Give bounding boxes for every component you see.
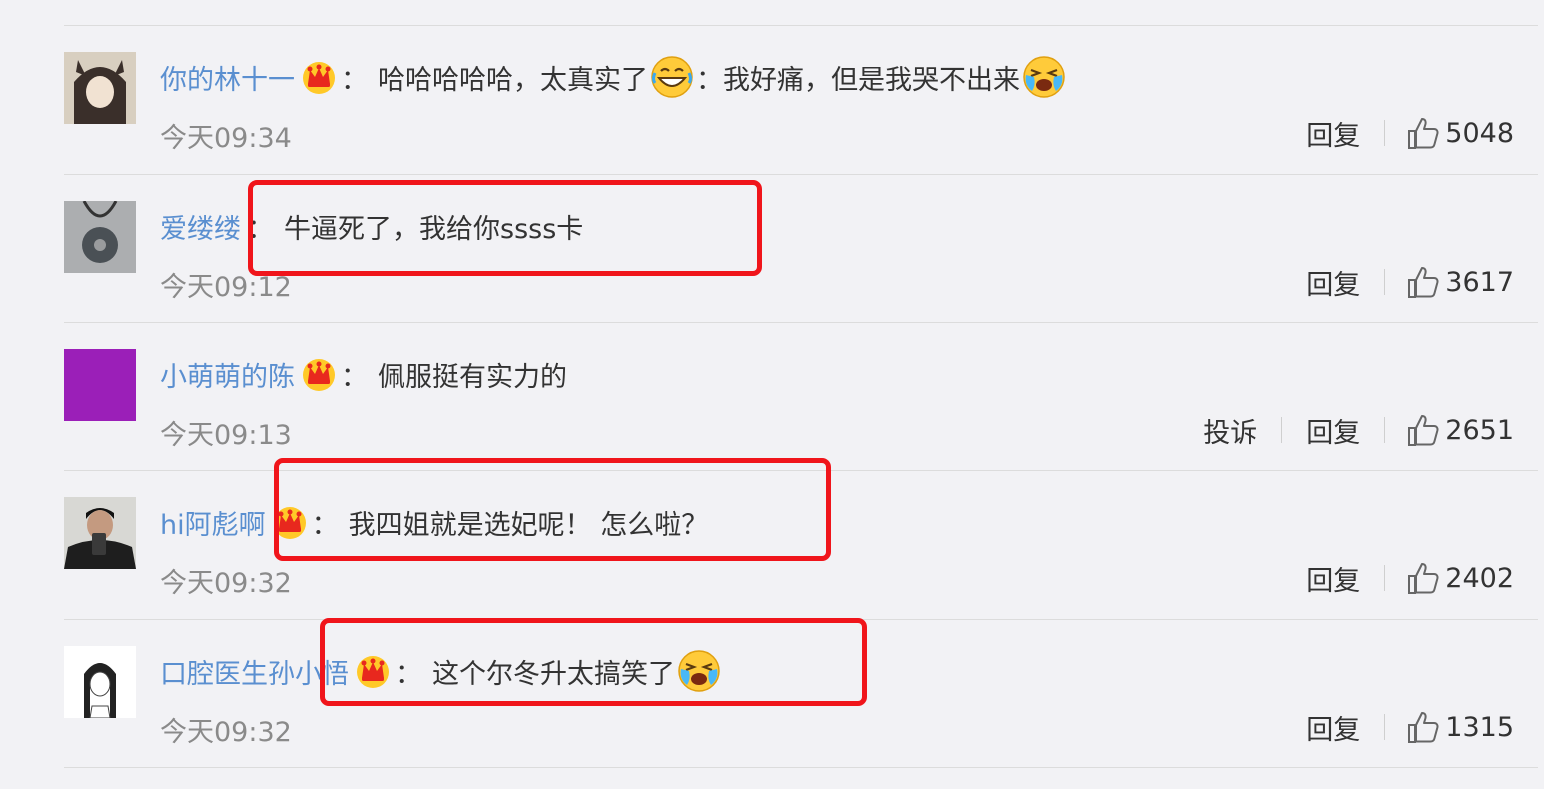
like-button[interactable]: 2651 (1385, 413, 1514, 447)
highlight-box (320, 618, 867, 706)
report-button[interactable]: 投诉 (1179, 411, 1281, 450)
divider (64, 767, 1538, 768)
comment-time: 今天09:32 (160, 717, 292, 748)
reply-button[interactable]: 回复 (1282, 559, 1384, 598)
colon: ： (341, 361, 368, 393)
comment-time: 今天09:32 (160, 568, 292, 599)
username-link[interactable]: 你的林十一 (160, 58, 295, 97)
comment-item: 小萌萌的陈 ： 佩服挺有实力的 今天09:13 投诉 回复 2651 (0, 322, 1544, 470)
highlight-box (274, 458, 831, 561)
like-count: 3617 (1445, 266, 1514, 298)
like-button[interactable]: 2402 (1385, 561, 1514, 595)
username-link[interactable]: hi阿彪啊 (160, 503, 266, 542)
comment-line: 小萌萌的陈 ： 佩服挺有实力的 (160, 354, 567, 394)
comment-time: 今天09:34 (160, 123, 292, 154)
comment-text: 哈哈哈哈哈，太真实了 (378, 64, 648, 96)
username-link[interactable]: 小萌萌的陈 (160, 355, 295, 394)
like-button[interactable]: 5048 (1385, 116, 1514, 150)
like-button[interactable]: 3617 (1385, 265, 1514, 299)
reply-button[interactable]: 回复 (1282, 708, 1384, 747)
reply-button[interactable]: 回复 (1282, 114, 1384, 153)
comment-line: 你的林十一 ： 哈哈哈哈哈，太真实了 ：我好痛，但是我哭不出来 (160, 57, 1068, 97)
pendant-avatar[interactable] (64, 201, 136, 273)
laughing-tears-emoji-icon (650, 55, 694, 99)
comment-item: 你的林十一 ： 哈哈哈哈哈，太真实了 ：我好痛，但是我哭不出来 今天09:34 … (0, 25, 1544, 173)
reply-button[interactable]: 回复 (1282, 411, 1384, 450)
thumbs-up-icon (1407, 116, 1439, 150)
like-button[interactable]: 1315 (1385, 710, 1514, 744)
comment-text: ：我好痛，但是我哭不出来 (696, 64, 1020, 96)
anime-girl-avatar[interactable] (64, 52, 136, 124)
sketch-girl-avatar[interactable] (64, 646, 136, 718)
like-count: 5048 (1445, 117, 1514, 149)
username-link[interactable]: 爱缕缕 (160, 207, 241, 246)
comment-time: 今天09:13 (160, 420, 292, 451)
purple-square-avatar[interactable] (64, 349, 136, 421)
reply-button[interactable]: 回复 (1282, 263, 1384, 302)
crying-laugh-emoji-icon (1022, 55, 1066, 99)
vip-crown-icon (301, 356, 337, 392)
thumbs-up-icon (1407, 710, 1439, 744)
highlight-box (248, 180, 762, 276)
comment-actions: 投诉 回复 2651 (1179, 410, 1514, 450)
thumbs-up-icon (1407, 561, 1439, 595)
comment-actions: 回复 2402 (1282, 558, 1514, 598)
thumbs-up-icon (1407, 413, 1439, 447)
comment-actions: 回复 3617 (1282, 262, 1514, 302)
colon: ： (341, 64, 368, 96)
like-count: 2651 (1445, 414, 1514, 446)
thumbs-up-icon (1407, 265, 1439, 299)
comment-actions: 回复 1315 (1282, 707, 1514, 747)
comment-text: 佩服挺有实力的 (378, 361, 567, 393)
like-count: 1315 (1445, 711, 1514, 743)
like-count: 2402 (1445, 562, 1514, 594)
comment-actions: 回复 5048 (1282, 113, 1514, 153)
selfie-man-avatar[interactable] (64, 497, 136, 569)
comment-item: 爱缕缕 ： 牛逼死了，我给你ssss卡 今天09:12 回复 3617 (0, 174, 1544, 322)
vip-crown-icon (301, 59, 337, 95)
